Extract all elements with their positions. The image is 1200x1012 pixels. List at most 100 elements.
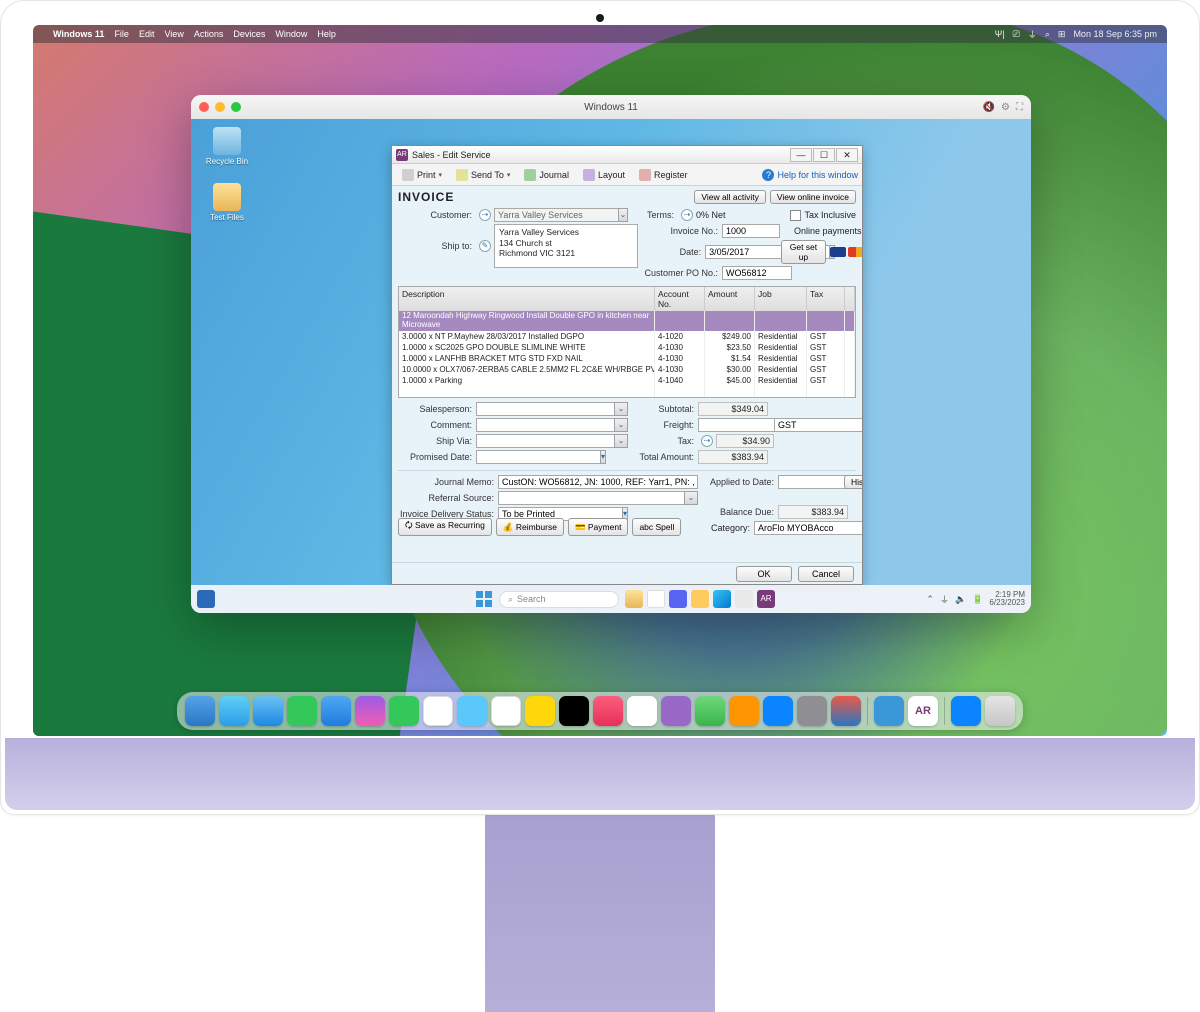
network-icon[interactable]: ⏚ [940, 593, 949, 606]
app-icon[interactable] [735, 590, 753, 608]
start-button[interactable] [475, 590, 493, 608]
dock-messages-icon[interactable] [287, 696, 317, 726]
dock-launchpad-icon[interactable] [219, 696, 249, 726]
dropdown-icon[interactable]: ⌄ [614, 434, 628, 448]
get-setup-button[interactable]: Get set up [781, 240, 826, 264]
date-field[interactable]: ▾ [705, 245, 775, 259]
dock-finder-icon[interactable] [185, 696, 215, 726]
desktop-icon-recycle-bin[interactable]: Recycle Bin [199, 127, 255, 166]
invoice-no-field[interactable] [722, 224, 780, 238]
journal-button[interactable]: Journal [518, 166, 575, 184]
dock-safari-icon[interactable] [253, 696, 283, 726]
volume-icon[interactable]: 🔇 [983, 102, 995, 113]
layout-button[interactable]: Layout [577, 166, 631, 184]
dock-calendar-icon[interactable] [423, 696, 453, 726]
win-maximize-button[interactable]: ☐ [813, 148, 835, 162]
invoice-line-row[interactable]: 10.0000 x OLX7/067-2ERBA5 CABLE 2.5MM2 F… [399, 364, 855, 375]
dock-facetime-icon[interactable] [389, 696, 419, 726]
invoice-line-row[interactable]: 1.0000 x SC2025 GPO DOUBLE SLIMLINE WHIT… [399, 342, 855, 353]
dock-numbers-icon[interactable] [695, 696, 725, 726]
send-to-button[interactable]: Send To▾ [450, 166, 516, 184]
dock-parallels-icon[interactable] [831, 696, 861, 726]
ship-to-box[interactable]: Yarra Valley Services134 Church stRichmo… [494, 224, 638, 268]
category-combo[interactable]: ⌄ [754, 521, 854, 535]
battery-icon[interactable]: 🔋 [972, 594, 983, 605]
history-button[interactable]: History... [844, 475, 862, 489]
menu-edit[interactable]: Edit [139, 29, 155, 39]
chat-icon[interactable] [669, 590, 687, 608]
register-button[interactable]: Register [633, 166, 694, 184]
win-close-button[interactable]: ✕ [836, 148, 858, 162]
col-account-no[interactable]: Account No. [655, 287, 705, 311]
ship-via-combo[interactable]: ⌄ [476, 434, 628, 448]
menubar-clock[interactable]: Mon 18 Sep 6:35 pm [1073, 29, 1157, 39]
taskbar-clock[interactable]: 2:19 PM 6/23/2023 [989, 591, 1025, 607]
col-tax[interactable]: Tax [807, 287, 845, 311]
dock-reminders-icon[interactable] [491, 696, 521, 726]
settings-icon[interactable]: ⚙ [1001, 102, 1010, 113]
view-all-activity-button[interactable]: View all activity [694, 190, 765, 204]
dock-appstore-icon[interactable] [763, 696, 793, 726]
zoom-icon[interactable] [231, 102, 241, 112]
invoice-line-row[interactable]: 12 Maroondah Highway Ringwood Install Do… [399, 311, 855, 331]
dropdown-icon[interactable]: ⌄ [614, 402, 628, 416]
print-button[interactable]: Print▾ [396, 166, 448, 184]
taskview-icon[interactable] [647, 590, 665, 608]
dock-trash-icon[interactable] [985, 696, 1015, 726]
help-link[interactable]: ?Help for this window [762, 169, 858, 181]
ship-to-edit-icon[interactable]: ✎ [479, 240, 491, 252]
cancel-button[interactable]: Cancel [798, 566, 854, 582]
customer-field[interactable] [494, 208, 618, 222]
customer-lookup-icon[interactable]: ⇢ [479, 209, 491, 221]
empty-line-row[interactable] [399, 386, 855, 397]
parallels-titlebar[interactable]: Windows 11 🔇 ⚙ ⛶ [191, 95, 1031, 119]
menu-view[interactable]: View [164, 29, 183, 39]
control-center-icon[interactable]: ⊞ [1058, 29, 1066, 40]
taskbar-search[interactable]: ⌕Search [499, 591, 619, 608]
app-menu[interactable]: Windows 11 [53, 29, 104, 39]
dropdown-icon[interactable]: ⌄ [618, 208, 628, 222]
spell-button[interactable]: abc Spell [632, 518, 681, 536]
terms-lookup-icon[interactable]: ⇢ [681, 209, 693, 221]
menu-window[interactable]: Window [275, 29, 307, 39]
widgets-icon[interactable] [197, 590, 215, 608]
journal-memo-field[interactable] [498, 475, 698, 489]
dock-photos-icon[interactable] [355, 696, 385, 726]
freight-field[interactable]: ▾ [698, 418, 768, 432]
applied-field[interactable]: ▾ [778, 475, 838, 489]
dock-downloads-icon[interactable] [951, 696, 981, 726]
dropdown-icon[interactable]: ⌄ [614, 418, 628, 432]
expand-icon[interactable]: ⛶ [1016, 102, 1023, 113]
tax-inclusive-checkbox[interactable] [790, 210, 801, 221]
wifi-icon[interactable]: ⏚ [1028, 28, 1037, 41]
referral-combo[interactable]: ⌄ [498, 491, 698, 505]
edge-icon[interactable] [713, 590, 731, 608]
calendar-icon[interactable]: ▾ [600, 450, 606, 464]
customer-combo[interactable]: ⌄ [494, 208, 628, 222]
promised-date-field[interactable]: ▾ [476, 450, 544, 464]
salesperson-combo[interactable]: ⌄ [476, 402, 628, 416]
payment-button[interactable]: 💳 Payment [568, 518, 629, 536]
menu-actions[interactable]: Actions [194, 29, 224, 39]
dock-news-icon[interactable] [627, 696, 657, 726]
screenshare-icon[interactable]: ⎚ [1013, 29, 1020, 40]
menu-devices[interactable]: Devices [233, 29, 265, 39]
myob-titlebar[interactable]: AR Sales - Edit Service — ☐ ✕ [392, 146, 862, 164]
dock-notes-icon[interactable] [525, 696, 555, 726]
dock-keynote-icon[interactable] [729, 696, 759, 726]
tray-chevron-icon[interactable]: ⌃ [926, 594, 934, 605]
dock-mail-icon[interactable] [321, 696, 351, 726]
menu-file[interactable]: File [114, 29, 129, 39]
save-recurring-button[interactable]: 🗘 Save as Recurring [398, 518, 492, 536]
dock-win11-icon[interactable] [874, 696, 904, 726]
tax-detail-icon[interactable]: ⇢ [701, 435, 713, 447]
sound-icon[interactable]: 🔈 [955, 594, 966, 605]
desktop-icon-test-files[interactable]: Test Files [199, 183, 255, 222]
dock-tv-icon[interactable] [559, 696, 589, 726]
freight-tax-combo[interactable]: ⌄ [774, 418, 812, 432]
col-job[interactable]: Job [755, 287, 807, 311]
customer-po-field[interactable] [722, 266, 792, 280]
dock-myob-icon[interactable]: AR [908, 696, 938, 726]
win-minimize-button[interactable]: — [790, 148, 812, 162]
dock-podcasts-icon[interactable] [661, 696, 691, 726]
